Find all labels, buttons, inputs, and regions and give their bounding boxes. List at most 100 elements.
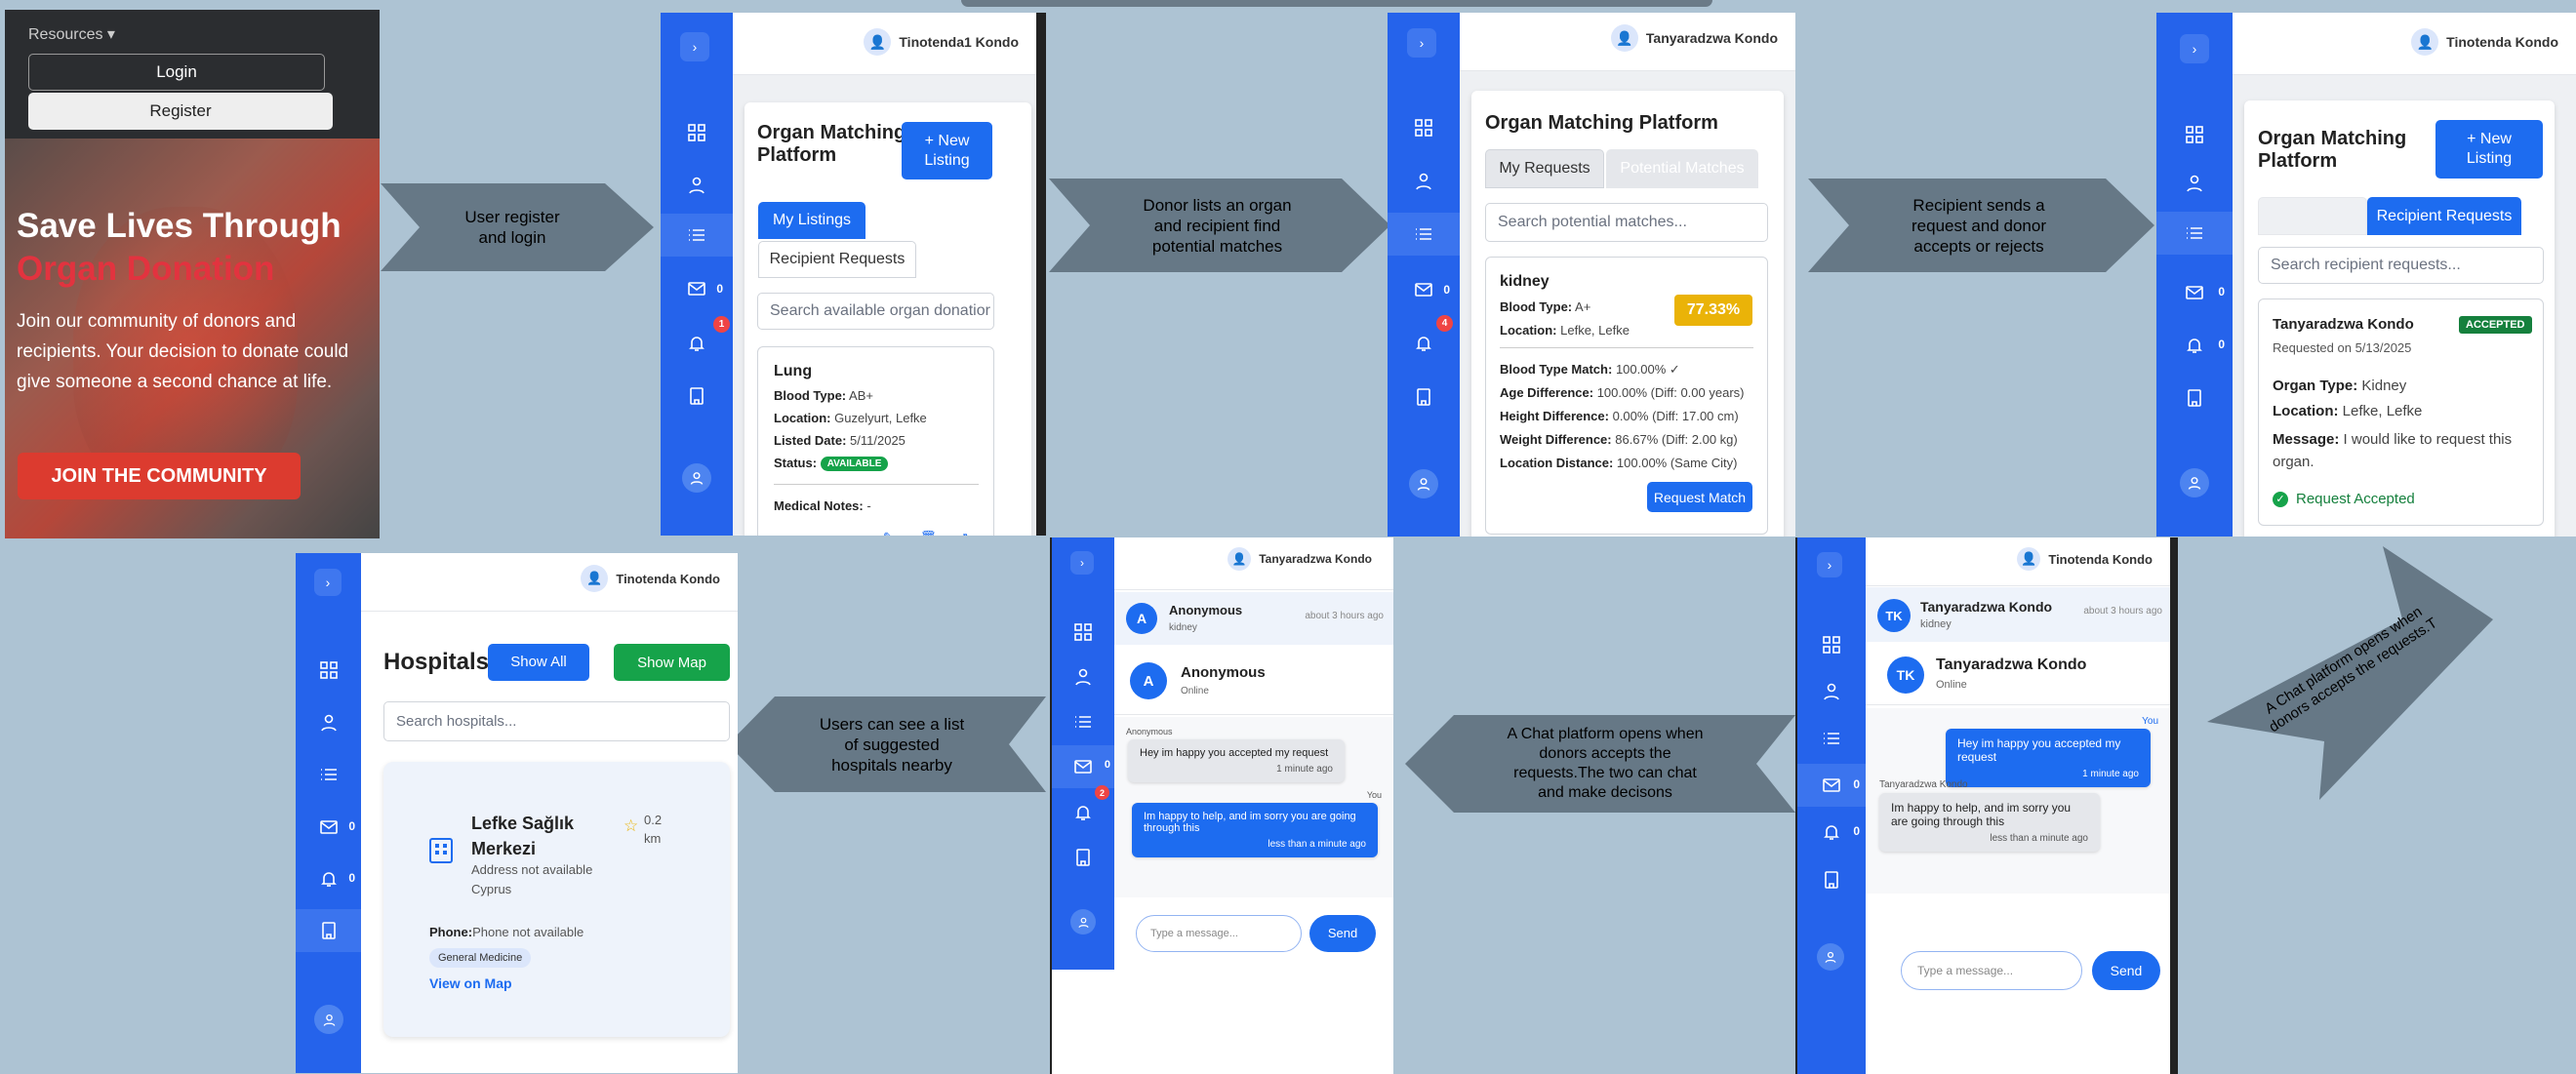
chat-screen-donor: › 0 0 👤 Tinotenda Kondo TK Tanyaradzwa Ko… — [1795, 537, 2178, 1074]
show-map-button[interactable]: Show Map — [614, 644, 730, 681]
list-icon[interactable] — [1797, 717, 1866, 760]
status-row: Status: AVAILABLE — [774, 456, 889, 472]
search-input[interactable]: Search hospitals... — [383, 701, 730, 741]
request-match-button[interactable]: Request Match — [1647, 482, 1752, 512]
sidebar-toggle[interactable]: › — [1817, 552, 1842, 577]
user-menu[interactable]: 👤 Tanyaradzwa Kondo — [1228, 547, 1372, 571]
blood-type-row: Blood Type: A+ — [1500, 299, 1591, 314]
resources-menu[interactable]: Resources ▾ — [28, 24, 115, 44]
sidebar-toggle[interactable]: › — [314, 569, 342, 596]
new-listing-button[interactable]: + New Listing — [902, 122, 992, 179]
hospital-icon[interactable] — [1388, 376, 1460, 418]
building-icon — [429, 838, 453, 863]
user-menu[interactable]: 👤 Tanyaradzwa Kondo — [1610, 24, 1778, 52]
account-avatar-icon[interactable] — [1817, 943, 1844, 971]
conversation-subtitle: kidney — [1920, 618, 1952, 630]
login-button[interactable]: Login — [28, 54, 325, 91]
user-menu[interactable]: 👤 Tinotenda Kondo — [2411, 28, 2558, 56]
message-row: Message: I would like to request this or… — [2273, 431, 2513, 470]
sender-label: Tanyaradzwa Kondo — [1879, 779, 1968, 790]
list-icon[interactable] — [2156, 212, 2233, 255]
tab-recipient-requests[interactable]: Recipient Requests — [2367, 197, 2521, 235]
message-input[interactable]: Type a message... — [1136, 915, 1302, 952]
star-icon[interactable]: ☆ — [624, 816, 638, 836]
dashboard-icon[interactable] — [661, 111, 733, 154]
account-avatar-icon[interactable] — [314, 1005, 343, 1034]
sidebar-toggle[interactable]: › — [1070, 551, 1094, 575]
user-menu[interactable]: 👤 Tinotenda Kondo — [2017, 547, 2153, 571]
flow-arrow-5: A Chat platform opens when donors accepts… — [1405, 715, 1795, 813]
external-link-icon[interactable]: ⇗ — [958, 530, 969, 536]
flow-arrow-4: A Chat platform opens when donors accepts… — [2207, 541, 2495, 805]
dashboard-icon[interactable] — [296, 649, 361, 692]
send-button[interactable]: Send — [2092, 951, 2160, 990]
flow-arrow-3: Recipient sends a request and donor accept… — [1808, 179, 2154, 272]
profile-icon[interactable] — [296, 701, 361, 744]
hospital-icon[interactable] — [2156, 377, 2233, 419]
edit-icon[interactable]: ✎ — [883, 530, 894, 536]
tab-my-listings-empty[interactable] — [2258, 197, 2367, 235]
listings-card: Organ Matching Platform + New Listing My L… — [745, 102, 1031, 536]
sidebar-toggle[interactable]: › — [1407, 28, 1436, 58]
new-listing-button[interactable]: + New Listing — [2435, 120, 2543, 179]
top-header: 👤 Tanyaradzwa Kondo — [1114, 537, 1393, 590]
profile-icon[interactable] — [2156, 162, 2233, 205]
register-button[interactable]: Register — [28, 93, 333, 130]
view-on-map-link[interactable]: View on Map — [429, 975, 512, 991]
sidebar-toggle[interactable]: › — [2180, 34, 2209, 63]
hospital-name: Lefke Sağlık Merkezi — [471, 814, 575, 858]
tab-my-requests[interactable]: My Requests — [1485, 149, 1604, 188]
user-menu[interactable]: 👤 Tinotenda Kondo — [581, 565, 720, 592]
tab-recipient-requests[interactable]: Recipient Requests — [758, 241, 916, 278]
hospital-icon[interactable] — [1052, 836, 1114, 879]
hospital-country: Cyprus — [471, 882, 512, 896]
show-all-button[interactable]: Show All — [488, 644, 589, 681]
delete-icon[interactable]: 🗑 — [920, 530, 937, 536]
list-icon[interactable] — [1388, 213, 1460, 256]
search-input[interactable]: Search potential matches... — [1485, 203, 1768, 242]
top-decor-bar — [961, 0, 1712, 7]
profile-icon[interactable] — [1388, 160, 1460, 203]
dashboard-icon[interactable] — [1052, 611, 1114, 654]
profile-icon[interactable] — [661, 164, 733, 207]
specialty-tag: General Medicine — [429, 948, 532, 968]
sidebar: › 0 1 — [661, 13, 733, 536]
listing-item: Lung Blood Type: AB+ Location: Guzelyurt… — [757, 346, 994, 536]
account-avatar-icon[interactable] — [2180, 468, 2209, 497]
tab-potential-matches[interactable]: Potential Matches — [1606, 149, 1758, 188]
list-icon[interactable] — [1052, 700, 1114, 743]
tab-my-listings[interactable]: My Listings — [758, 202, 865, 239]
account-avatar-icon[interactable] — [682, 463, 711, 493]
list-icon[interactable] — [296, 753, 361, 796]
chat-header-name: Anonymous — [1181, 664, 1266, 681]
user-icon: 👤 — [581, 565, 609, 592]
top-header: 👤 Tinotenda Kondo — [2233, 13, 2576, 75]
list-icon[interactable] — [661, 214, 733, 257]
dashboard-icon[interactable] — [1388, 106, 1460, 149]
send-button[interactable]: Send — [1309, 915, 1376, 952]
conversation-list-item[interactable]: A Anonymous kidney about 3 hours ago — [1114, 592, 1393, 645]
profile-icon[interactable] — [1052, 656, 1114, 698]
top-header: 👤 Tinotenda1 Kondo — [733, 13, 1036, 75]
notification-count: 0 — [348, 871, 355, 885]
sidebar-toggle[interactable]: › — [680, 32, 709, 61]
join-community-button[interactable]: JOIN THE COMMUNITY — [18, 453, 301, 499]
account-avatar-icon[interactable] — [1409, 469, 1438, 498]
hospital-icon[interactable] — [296, 909, 361, 952]
account-avatar-icon[interactable] — [1070, 909, 1096, 935]
dashboard-icon[interactable] — [2156, 113, 2233, 156]
page-title: Hospitals — [383, 649, 490, 675]
top-header: 👤 Tinotenda Kondo — [1866, 537, 2170, 586]
hospital-icon[interactable] — [661, 375, 733, 418]
message-input[interactable]: Type a message... — [1901, 951, 2082, 990]
flow-label-2: Donor lists an organ and recipient find po… — [1143, 195, 1292, 256]
hospital-icon[interactable] — [1797, 858, 1866, 901]
you-label: You — [1366, 790, 1382, 800]
search-input[interactable]: Search available organ donatior — [757, 293, 994, 330]
conversation-list-item[interactable]: TK Tanyaradzwa Kondo kidney about 3 hour… — [1866, 587, 2170, 642]
user-menu[interactable]: 👤 Tinotenda1 Kondo — [864, 28, 1019, 56]
conversation-name: Tanyaradzwa Kondo — [1920, 599, 2053, 615]
search-input[interactable]: Search recipient requests... — [2258, 247, 2544, 284]
dashboard-icon[interactable] — [1797, 623, 1866, 666]
profile-icon[interactable] — [1797, 670, 1866, 713]
